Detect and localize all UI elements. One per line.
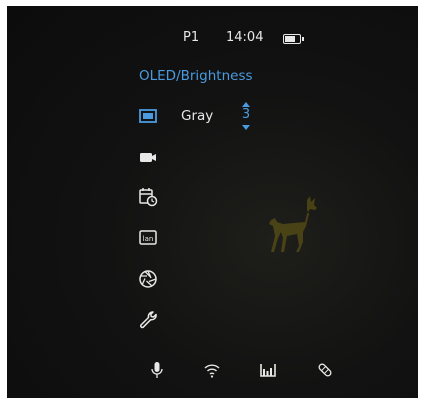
aperture-icon[interactable] bbox=[138, 269, 158, 289]
battery-icon bbox=[283, 34, 304, 44]
display-icon[interactable] bbox=[138, 106, 158, 126]
language-icon[interactable]: lan bbox=[138, 228, 158, 248]
bandage-icon[interactable] bbox=[316, 361, 334, 379]
brightness-level: 3 bbox=[241, 107, 251, 122]
device-screen: P1 14:04 OLED/Brightness Gray 3 lan bbox=[7, 6, 418, 398]
color-mode-value[interactable]: Gray bbox=[181, 108, 213, 124]
wrench-icon[interactable] bbox=[138, 310, 158, 330]
preset-label: P1 bbox=[183, 30, 200, 45]
arrow-down-icon[interactable] bbox=[242, 125, 250, 130]
stadiametric-rangefinder-icon[interactable] bbox=[259, 361, 277, 379]
status-bar: P1 14:04 bbox=[7, 30, 418, 50]
camera-icon[interactable] bbox=[138, 147, 158, 167]
brightness-stepper[interactable]: 3 bbox=[241, 102, 251, 130]
clock: 14:04 bbox=[226, 30, 264, 45]
menu-title: OLED/Brightness bbox=[139, 68, 253, 84]
wifi-icon[interactable] bbox=[203, 361, 221, 379]
svg-text:lan: lan bbox=[143, 235, 154, 243]
calendar-clock-icon[interactable] bbox=[138, 187, 158, 207]
microphone-icon[interactable] bbox=[148, 361, 166, 379]
deer-silhouette bbox=[269, 196, 317, 252]
